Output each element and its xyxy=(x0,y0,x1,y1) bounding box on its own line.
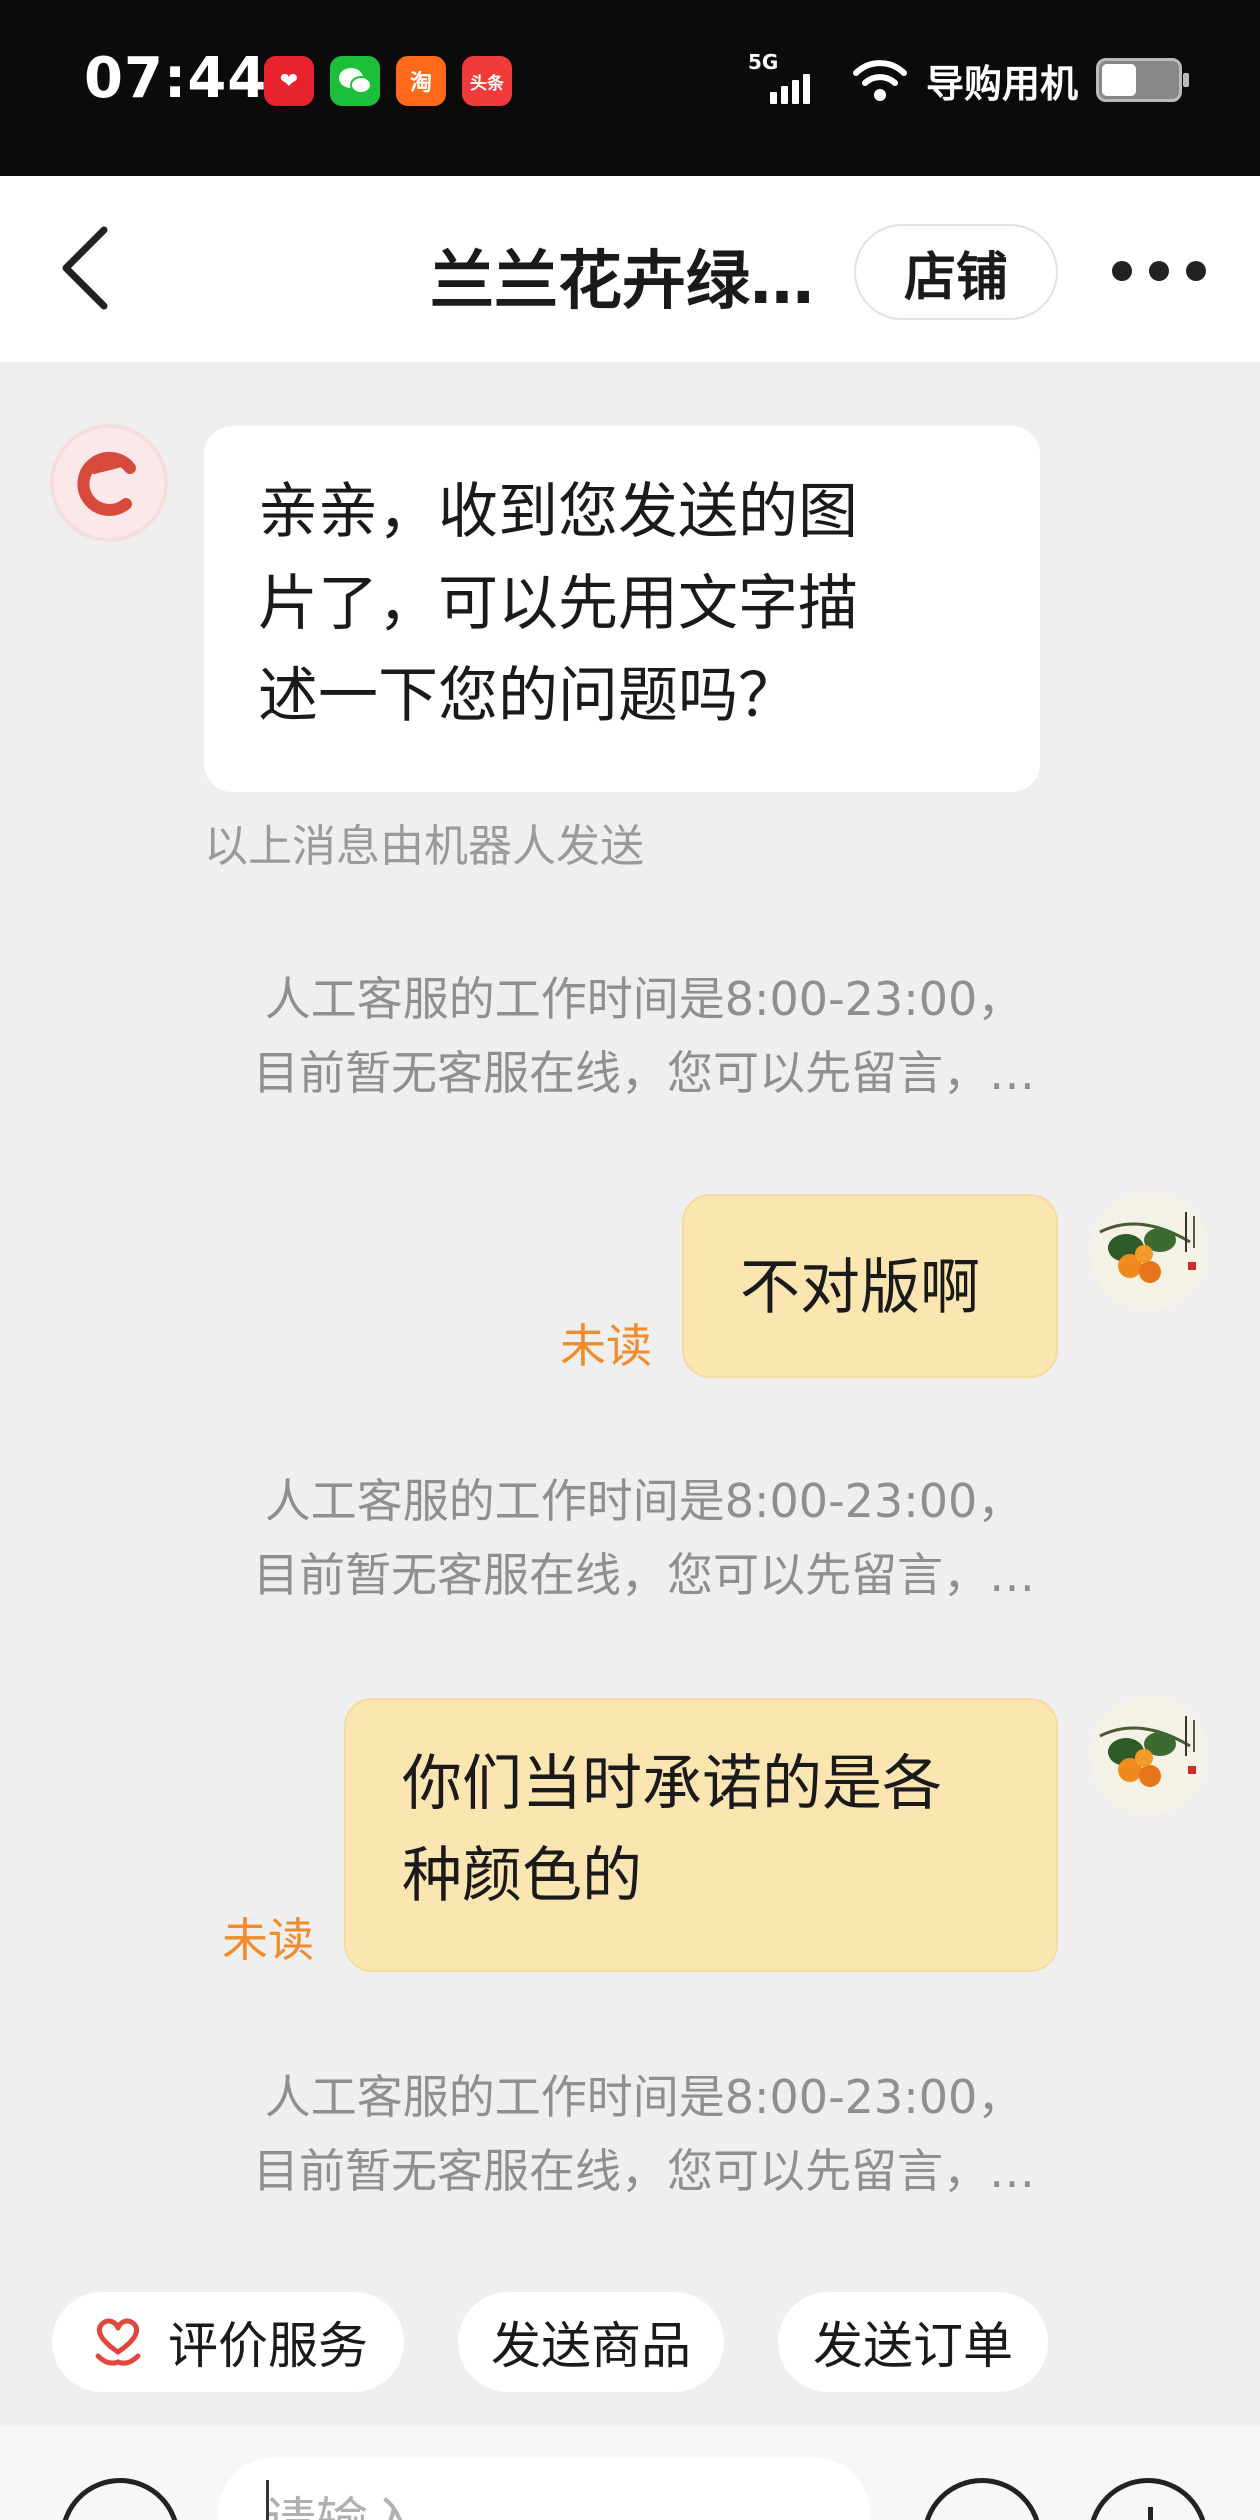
unread-status: 未读 xyxy=(560,1319,652,1373)
system-notice-line: 人工客服的工作时间是8:00-23:00， xyxy=(264,1474,1024,1528)
system-notice: 人工客服的工作时间是8:00-23:00， 目前暂无客服在线，您可以先留言，… xyxy=(204,962,1084,1110)
unread-status: 未读 xyxy=(222,1913,314,1967)
persimmon-painting-icon xyxy=(1090,1192,1208,1310)
heart-hand-icon xyxy=(95,2318,141,2366)
bot-avatar[interactable] xyxy=(50,424,168,542)
system-notice: 人工客服的工作时间是8:00-23:00， 目前暂无客服在线，您可以先留言，… xyxy=(204,1464,1084,1612)
user-message-bubble[interactable]: 不对版啊 xyxy=(682,1194,1058,1378)
status-bar: 07:44 ❤ 淘 头条 5G 导购用机 xyxy=(0,0,1260,176)
user-avatar[interactable] xyxy=(1090,1192,1208,1310)
rate-service-label: 评价服务 xyxy=(168,2317,368,2375)
system-notice-line: 目前暂无客服在线，您可以先留言，… xyxy=(253,2144,1035,2198)
user-message-bubble[interactable]: 你们当时承诺的是各 种颜色的 xyxy=(344,1698,1058,1972)
status-label: 导购用机 xyxy=(925,61,1078,106)
send-product-button[interactable]: 发送商品 xyxy=(458,2292,724,2392)
wifi-icon xyxy=(852,60,907,101)
user-message-line: 你们当时承诺的是各 xyxy=(402,1749,942,1819)
store-logo-icon xyxy=(77,451,136,516)
bot-message-line: 亲亲，收到您发送的图 xyxy=(258,477,858,547)
system-notice: 人工客服的工作时间是8:00-23:00， 目前暂无客服在线，您可以先留言，… xyxy=(204,2060,1084,2208)
back-arrow-icon[interactable] xyxy=(56,218,116,318)
rate-service-button[interactable]: 评价服务 xyxy=(52,2292,404,2392)
voice-input-icon[interactable] xyxy=(60,2478,180,2520)
taobao-icon: 淘 xyxy=(396,56,446,106)
text-caret xyxy=(266,2480,269,2520)
chat-header: 兰兰花卉绿… 店铺 xyxy=(0,176,1260,362)
send-product-label: 发送商品 xyxy=(491,2317,691,2375)
page-title: 兰兰花卉绿… xyxy=(430,245,814,319)
message-input-placeholder: 请输入 xyxy=(264,2493,420,2520)
system-notice-line: 目前暂无客服在线，您可以先留言，… xyxy=(253,1046,1035,1100)
wechat-icon xyxy=(330,56,380,106)
system-notice-line: 目前暂无客服在线，您可以先留言，… xyxy=(253,1548,1035,1602)
network-type: 5G xyxy=(747,50,779,74)
pinduoduo-icon: ❤ xyxy=(264,56,314,106)
user-message-line: 不对版啊 xyxy=(740,1253,980,1323)
bot-message-bubble[interactable]: 亲亲，收到您发送的图 片了，可以先用文字描 述一下您的问题吗？ xyxy=(204,426,1040,792)
emoji-icon[interactable] xyxy=(922,2478,1042,2520)
add-attachment-icon[interactable] xyxy=(1088,2478,1208,2520)
toutiao-icon: 头条 xyxy=(462,56,512,106)
user-message-line: 种颜色的 xyxy=(402,1841,642,1911)
system-notice-line: 人工客服的工作时间是8:00-23:00， xyxy=(264,972,1024,1026)
send-order-label: 发送订单 xyxy=(813,2317,1013,2375)
system-notice-line: 人工客服的工作时间是8:00-23:00， xyxy=(264,2070,1024,2124)
status-time: 07:44 xyxy=(84,46,268,111)
robot-sent-note: 以上消息由机器人发送 xyxy=(204,821,644,872)
status-indicators: 5G 导购用机 xyxy=(748,52,1189,108)
user-avatar[interactable] xyxy=(1090,1696,1208,1814)
message-input[interactable]: 请输入 xyxy=(218,2458,870,2520)
battery-icon xyxy=(1096,58,1189,102)
bot-message-line: 片了，可以先用文字描 xyxy=(258,569,858,639)
persimmon-painting-icon xyxy=(1090,1696,1208,1814)
message-composer: 请输入 xyxy=(0,2426,1260,2520)
status-app-icons: ❤ 淘 头条 xyxy=(264,56,512,106)
send-order-button[interactable]: 发送订单 xyxy=(778,2292,1048,2392)
bot-message-line: 述一下您的问题吗？ xyxy=(258,661,798,731)
more-options-icon[interactable] xyxy=(1112,254,1206,288)
store-button[interactable]: 店铺 xyxy=(854,224,1058,320)
cellular-signal-icon: 5G xyxy=(748,52,834,108)
